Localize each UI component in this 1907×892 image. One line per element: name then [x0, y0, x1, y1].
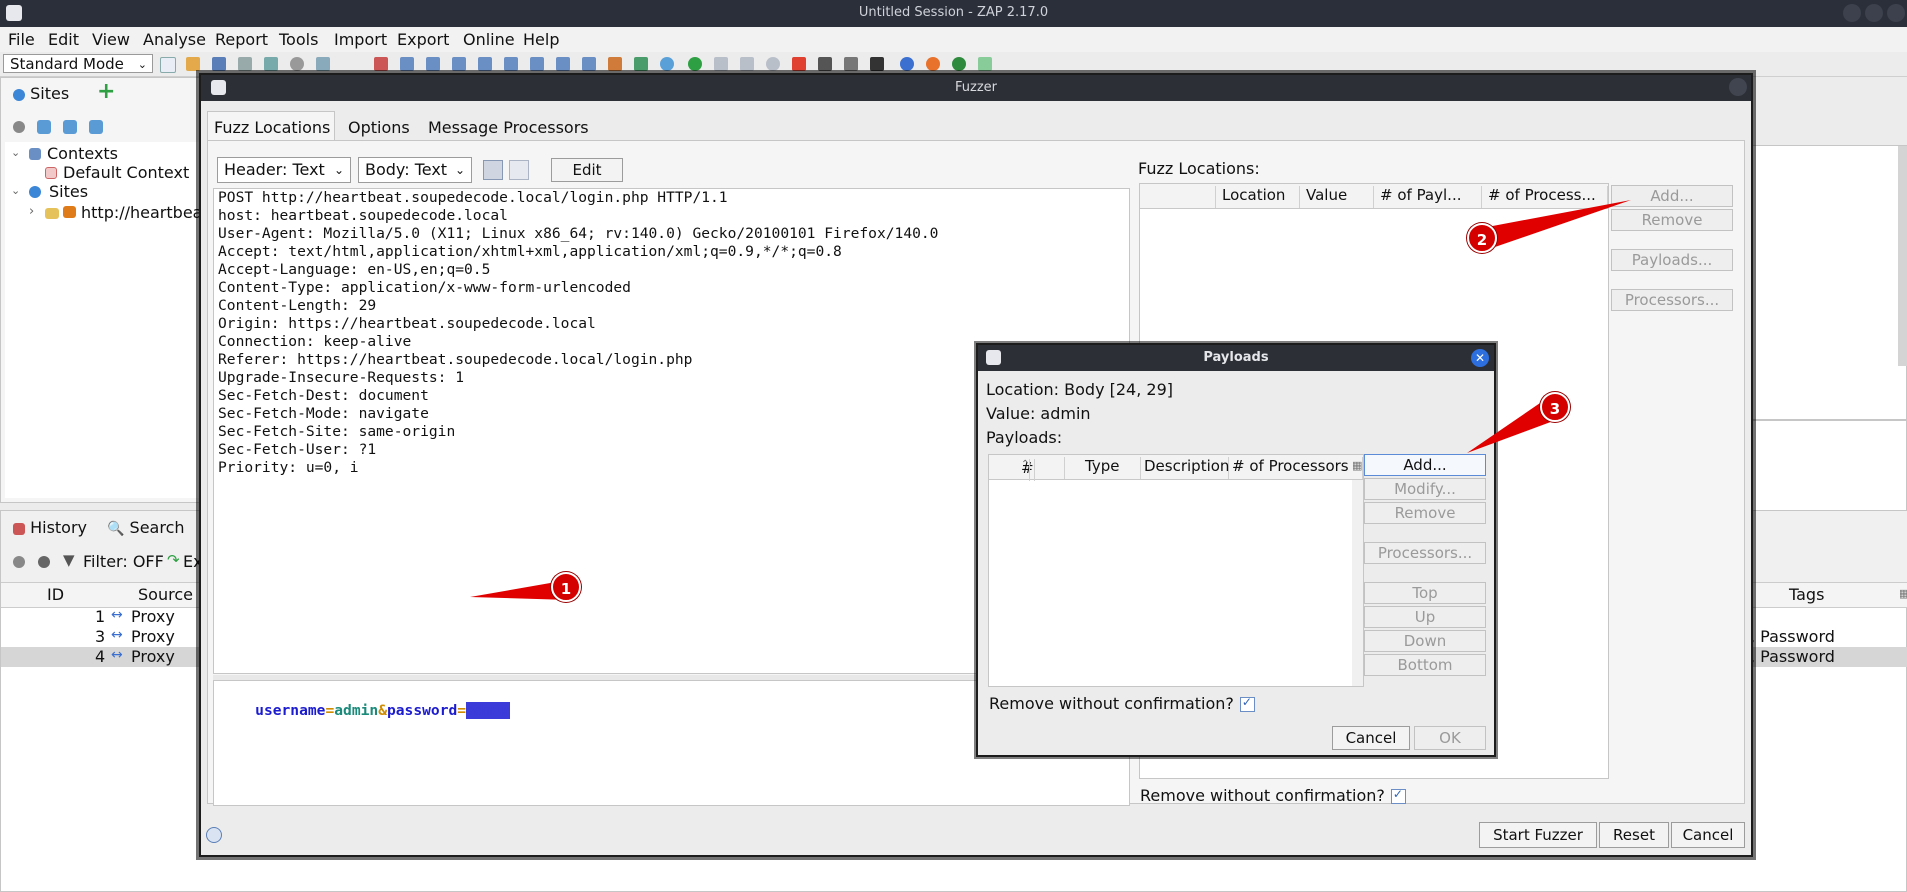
annotation-badge-2: 2 [1467, 223, 1497, 253]
annotation-badge-3: 3 [1540, 392, 1570, 422]
annotation-arrow-2 [1482, 200, 1631, 248]
annotation-arrows [470, 200, 1631, 600]
annotation-badge-1: 1 [551, 572, 581, 602]
